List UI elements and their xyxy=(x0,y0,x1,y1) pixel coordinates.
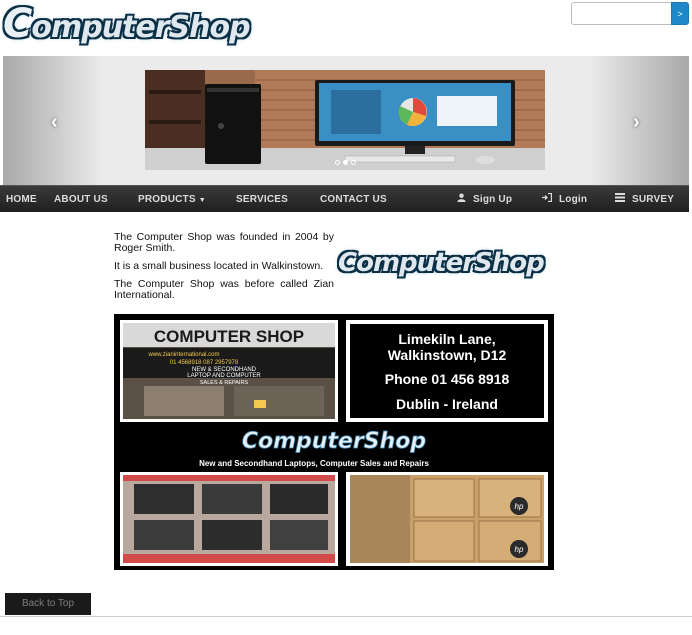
search-input[interactable] xyxy=(571,2,671,25)
main-navbar: HOME ABOUT US PRODUCTS ▼ SERVICES CONTACT… xyxy=(0,185,689,212)
flyer-shop-web: www.zianinternational.com xyxy=(147,352,219,358)
carousel-prev-icon[interactable]: ‹ xyxy=(51,111,58,134)
flyer-shop-line3: SALES & REPAIRS xyxy=(200,380,249,386)
carousel-indicators xyxy=(335,160,356,165)
flyer-tagline: New and Secondhand Laptops, Computer Sal… xyxy=(199,459,429,468)
back-to-top-button[interactable]: Back to Top xyxy=(5,593,91,615)
carousel-dot[interactable] xyxy=(335,160,340,165)
nav-products-label: PRODUCTS xyxy=(138,194,196,205)
about-text: The Computer Shop was founded in 2004 by… xyxy=(114,232,334,308)
sign-up-label: Sign Up xyxy=(472,194,513,205)
site-logo[interactable]: ComputerShop xyxy=(3,1,251,47)
footer-divider xyxy=(0,616,692,617)
flyer-shop-line2: LAPTOP AND COMPUTER xyxy=(187,373,261,379)
flyer-address-line1: Limekiln Lane, xyxy=(398,331,495,347)
nav-contact-us[interactable]: CONTACT US xyxy=(320,186,387,213)
shop-flyer-image: COMPUTER SHOP www.zianinternational.com … xyxy=(114,314,554,570)
flyer-city: Dublin - Ireland xyxy=(396,396,498,412)
flyer-shop-phones: 01 4568918 087 2957978 xyxy=(170,360,239,366)
search-form: > xyxy=(571,2,689,25)
nav-products[interactable]: PRODUCTS ▼ xyxy=(138,186,206,213)
about-paragraph: The Computer Shop was founded in 2004 by… xyxy=(114,231,334,254)
flyer-box-label: hp xyxy=(515,545,524,554)
image-carousel: ‹ › xyxy=(3,56,689,185)
nav-sign-up[interactable]: Sign Up xyxy=(457,186,512,213)
carousel-next-icon[interactable]: › xyxy=(633,111,640,134)
survey-label: SURVEY xyxy=(631,194,675,205)
logo-text: ComputerShop xyxy=(3,1,251,47)
flyer-brand: ComputerShop xyxy=(242,429,426,454)
nav-services[interactable]: SERVICES xyxy=(236,186,288,213)
nav-survey[interactable]: SURVEY xyxy=(615,186,674,213)
login-icon xyxy=(542,192,555,205)
search-button[interactable]: > xyxy=(671,2,689,25)
caret-down-icon: ▼ xyxy=(198,197,206,204)
list-icon xyxy=(615,193,628,205)
about-paragraph: The Computer Shop was before called Zian… xyxy=(114,278,334,301)
nav-about-us[interactable]: ABOUT US xyxy=(54,186,108,213)
flyer-shop-sign: COMPUTER SHOP xyxy=(154,327,304,346)
flyer-box-label: hp xyxy=(515,502,524,511)
content-logo: ComputerShop xyxy=(338,240,553,286)
login-label: Login xyxy=(558,194,588,205)
flyer-address-line2: Walkinstown, D12 xyxy=(388,347,507,363)
content-logo-text: ComputerShop xyxy=(338,248,545,278)
nav-home[interactable]: HOME xyxy=(6,186,37,213)
carousel-dot[interactable] xyxy=(351,160,356,165)
carousel-dot-active[interactable] xyxy=(343,160,348,165)
carousel-slide-image xyxy=(145,70,545,170)
flyer-phone: Phone 01 456 8918 xyxy=(385,371,510,387)
about-paragraph: It is a small business located in Walkin… xyxy=(114,260,324,272)
nav-login[interactable]: Login xyxy=(542,186,587,213)
user-icon xyxy=(457,193,469,205)
